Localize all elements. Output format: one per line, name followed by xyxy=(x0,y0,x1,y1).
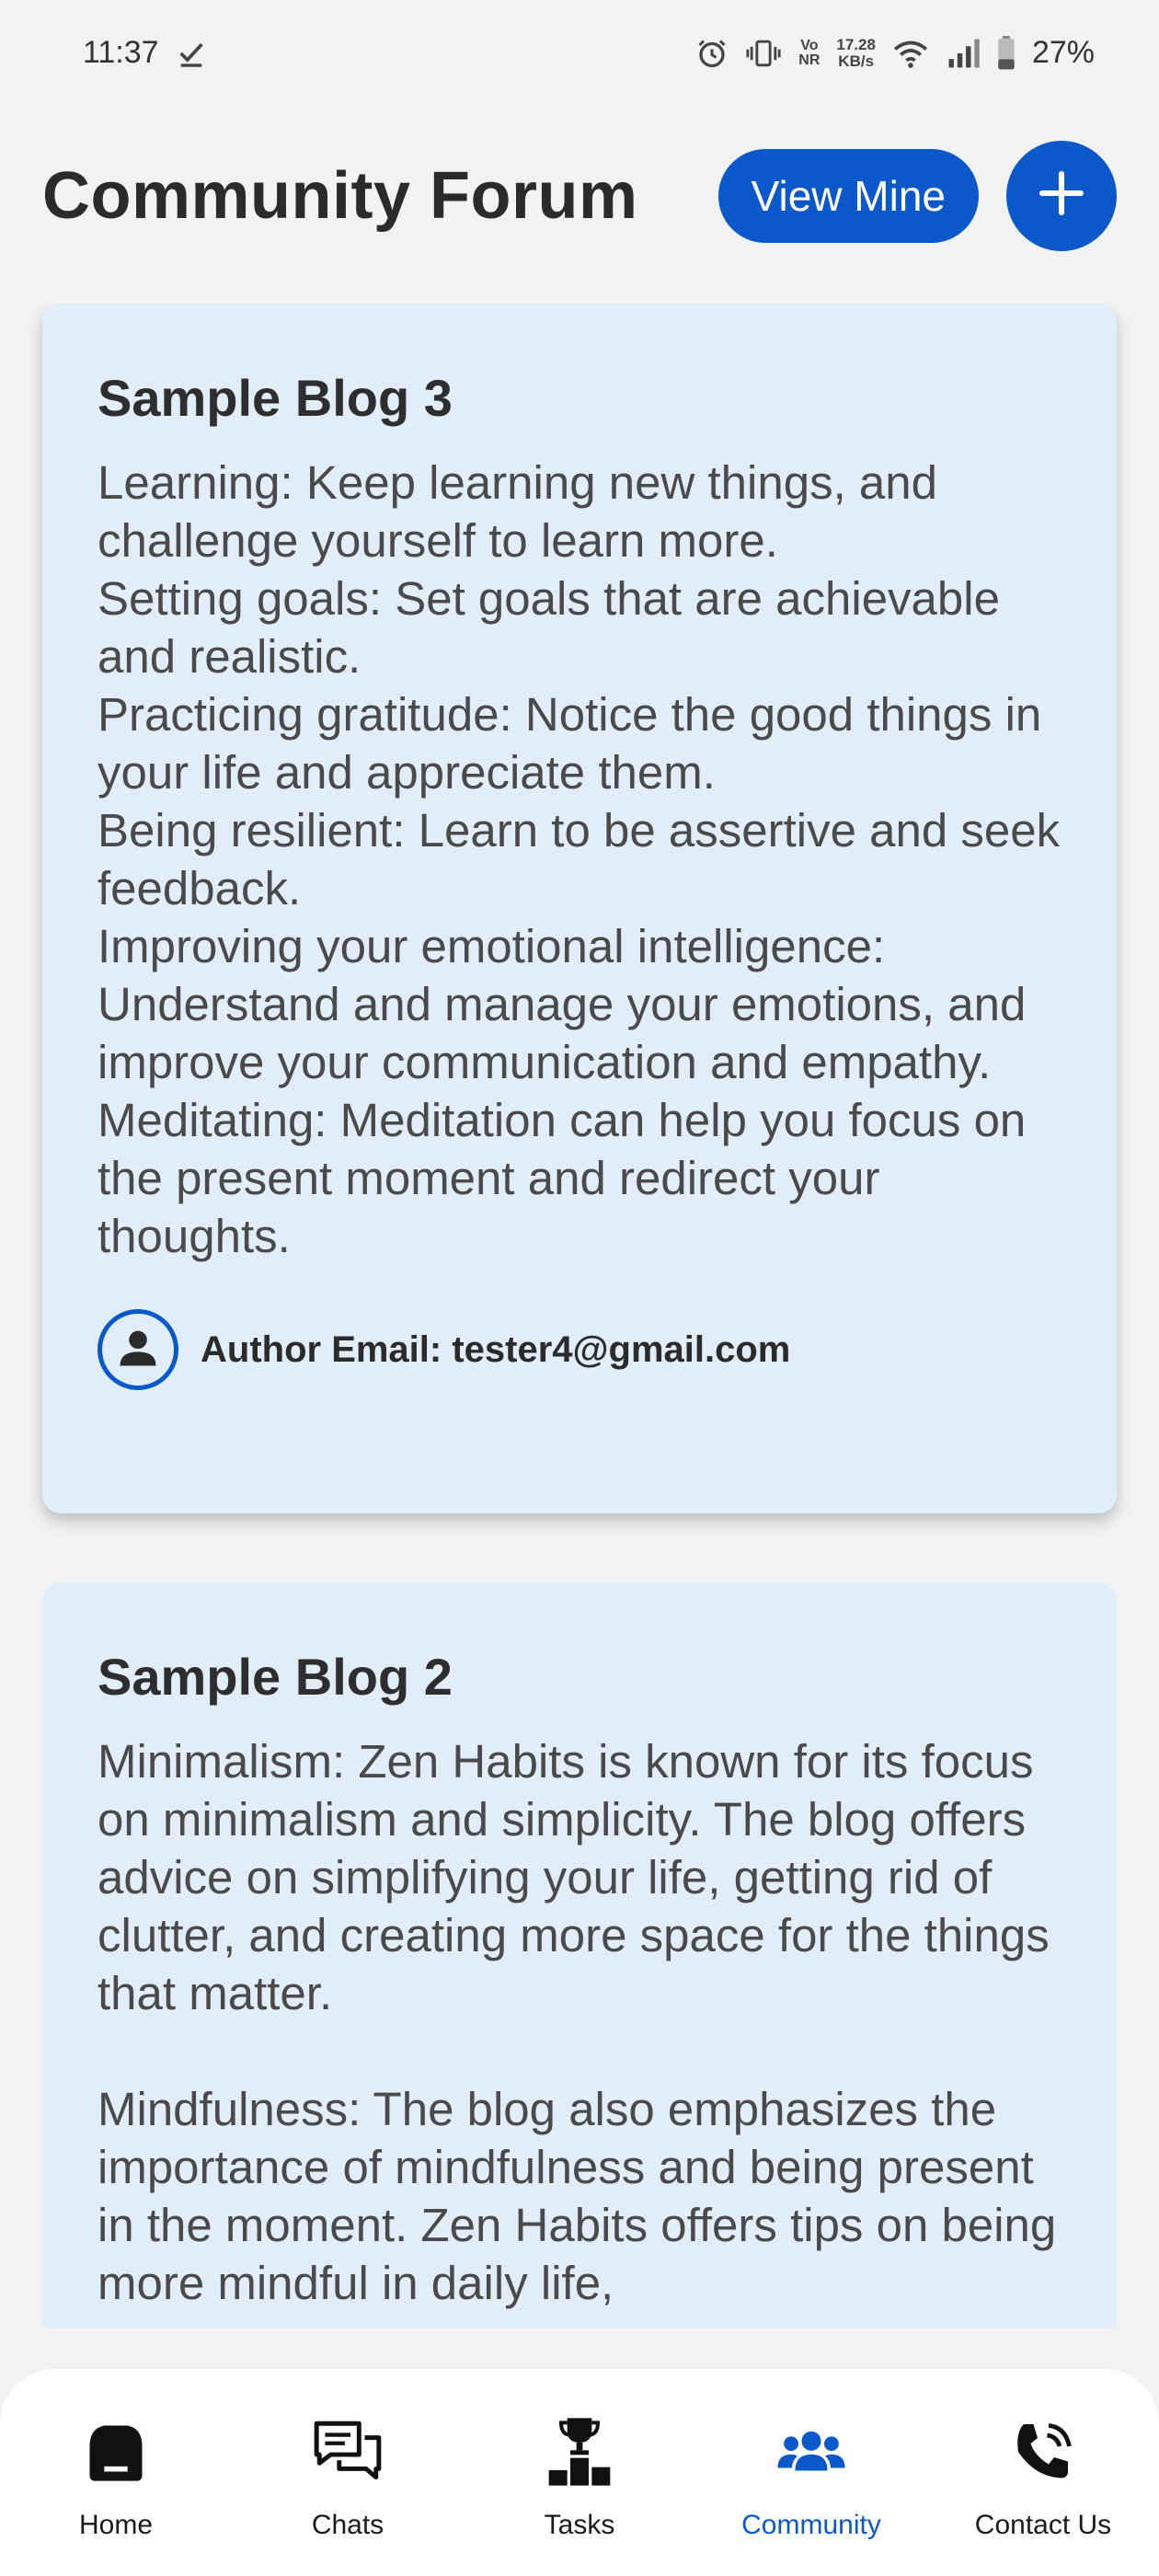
post-body: Learning: Keep learning new things, and … xyxy=(98,456,1061,1262)
nav-label: Contact Us xyxy=(974,2510,1112,2540)
chat-icon xyxy=(311,2410,384,2493)
post-title: Sample Blog 3 xyxy=(98,369,453,427)
person-icon xyxy=(114,1324,162,1376)
status-time: 11:37 xyxy=(83,35,159,70)
status-bar-left: 11:37 xyxy=(83,35,207,71)
post-body: Minimalism: Zen Habits is known for its … xyxy=(98,1735,1057,2309)
view-mine-button[interactable]: View Mine xyxy=(717,148,979,243)
network-speed: 17.28 KB/s xyxy=(836,35,876,70)
post-card[interactable]: Sample Blog 3 Learning: Keep learning ne… xyxy=(42,304,1117,1513)
status-bar-right: Vo NR 17.28 KB/s 27% xyxy=(695,35,1095,71)
nav-label: Home xyxy=(78,2510,154,2540)
trophy-podium-icon xyxy=(543,2410,616,2493)
plus-icon xyxy=(1036,167,1087,224)
network-type-bottom: NR xyxy=(798,52,820,68)
wifi-icon xyxy=(892,38,929,69)
nav-label: Chats xyxy=(311,2510,384,2540)
post-author-row: Author Email: tester4@gmail.com xyxy=(98,1309,1061,1390)
network-speed-value: 17.28 xyxy=(836,35,876,53)
nav-item-contact-us[interactable]: Contact Us xyxy=(942,2410,1144,2541)
vibrate-icon xyxy=(745,37,782,70)
bottom-navigation: Home Chats Tasks Community Contact Us xyxy=(0,2369,1159,2576)
status-bar: 11:37 Vo NR 17.28 KB/s 27% xyxy=(0,0,1159,106)
phone-icon xyxy=(1010,2410,1076,2493)
post-feed[interactable]: Sample Blog 3 Learning: Keep learning ne… xyxy=(0,304,1159,2328)
alarm-icon xyxy=(695,37,729,70)
network-type-label: Vo NR xyxy=(798,37,820,68)
post-card[interactable]: Sample Blog 2 Minimalism: Zen Habits is … xyxy=(42,1582,1117,2328)
battery-icon xyxy=(997,35,1016,71)
group-icon xyxy=(776,2410,846,2493)
nav-item-home[interactable]: Home xyxy=(15,2410,217,2541)
nav-label: Community xyxy=(741,2510,881,2540)
avatar xyxy=(98,1309,178,1390)
post-author-email: Author Email: tester4@gmail.com xyxy=(201,1328,791,1370)
nav-label: Tasks xyxy=(544,2510,615,2540)
nav-item-community[interactable]: Community xyxy=(710,2410,912,2541)
network-type-top: Vo xyxy=(800,37,819,53)
download-check-icon xyxy=(176,38,207,69)
signal-icon xyxy=(946,38,981,69)
page-title: Community Forum xyxy=(42,158,638,233)
nav-item-chats[interactable]: Chats xyxy=(247,2410,449,2541)
post-title: Sample Blog 2 xyxy=(98,1648,453,1706)
battery-percent: 27% xyxy=(1031,35,1095,70)
page-header: Community Forum View Mine xyxy=(0,138,1159,253)
home-icon xyxy=(81,2410,151,2493)
nav-item-tasks[interactable]: Tasks xyxy=(478,2410,681,2541)
add-post-button[interactable] xyxy=(1006,140,1117,251)
network-speed-unit: KB/s xyxy=(838,52,875,70)
